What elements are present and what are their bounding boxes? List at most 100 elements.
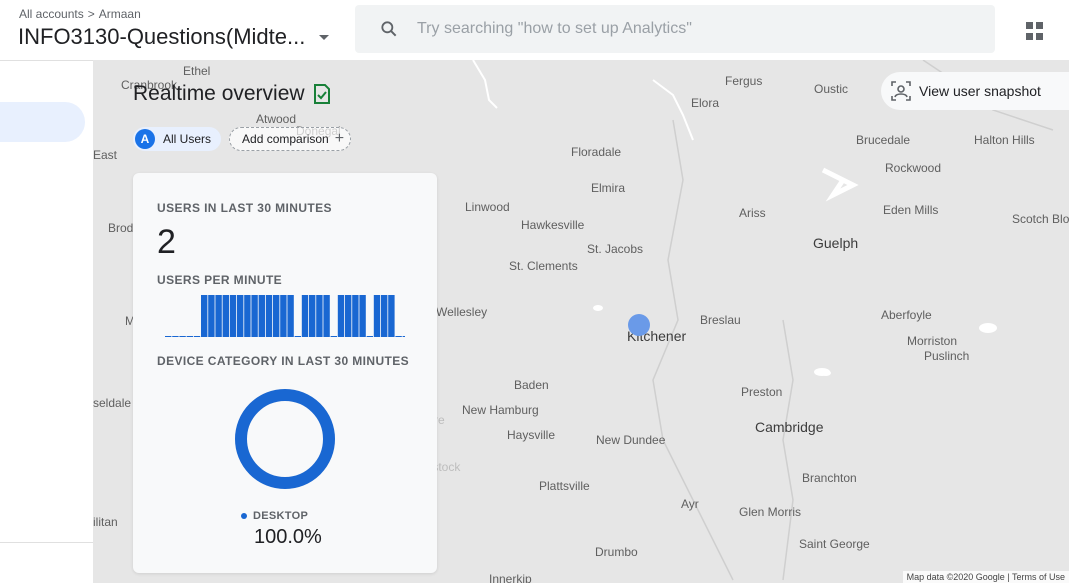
legend-desktop-label: DESKTOP	[253, 510, 309, 522]
map-town-elmira: Elmira	[591, 181, 626, 195]
map-town-hawkesville: Hawkesville	[521, 218, 585, 232]
nav-item-active[interactable]	[0, 102, 85, 142]
map-town-linwood: Linwood	[465, 200, 510, 214]
minute-bar[interactable]	[273, 295, 280, 337]
search-bar[interactable]	[355, 5, 995, 53]
minute-bar[interactable]	[201, 295, 208, 337]
minute-bar[interactable]	[265, 295, 273, 337]
segment-avatar: A	[135, 129, 155, 149]
search-input[interactable]	[417, 20, 977, 38]
device-percentage: 100.0%	[254, 526, 322, 548]
minute-bar[interactable]	[345, 295, 352, 337]
map-town-elora: Elora	[691, 96, 720, 110]
map-town-eden-mills: Eden Mills	[883, 203, 939, 217]
map-town-glen-morris: Glen Morris	[739, 505, 802, 519]
map-attribution: Map data ©2020 Google | Terms of Use	[902, 571, 1069, 583]
minute-bar[interactable]	[251, 295, 258, 337]
minute-bar[interactable]	[309, 295, 316, 337]
map-town-preston: Preston	[741, 385, 783, 399]
map-town-st-jacobs: St. Jacobs	[587, 242, 644, 256]
minute-bar[interactable]	[237, 295, 244, 337]
view-user-snapshot-button[interactable]: View user snapshot	[881, 72, 1069, 110]
property-selector[interactable]: INFO3130-Questions(Midte...	[18, 24, 330, 50]
minute-bar-empty	[186, 336, 193, 337]
minute-bar-empty	[172, 336, 179, 337]
map-town-saint-george: Saint George	[799, 537, 870, 551]
map-town-innerkip: Innerkip	[489, 572, 532, 583]
map-town-scotch-block: Scotch Block	[1012, 212, 1069, 226]
map-town-seldale: seldale	[93, 396, 132, 410]
map-town-plattsville: Plattsville	[539, 479, 590, 493]
minute-bar[interactable]	[229, 295, 237, 337]
map-town-ethel: Ethel	[183, 64, 211, 78]
users-per-minute-chart	[165, 295, 405, 337]
minute-bar[interactable]	[388, 295, 395, 337]
map-town-ariss: Ariss	[739, 206, 766, 220]
minute-bar[interactable]	[381, 295, 388, 337]
device-donut-chart	[235, 389, 335, 489]
users-per-minute-label: USERS PER MINUTE	[157, 273, 283, 287]
map-town-ilitan: ilitan	[93, 515, 118, 529]
verified-report-icon	[313, 84, 330, 104]
terms-link[interactable]: Terms of Use	[1012, 572, 1065, 582]
minute-bar-empty	[395, 336, 402, 337]
minute-bar[interactable]	[323, 295, 330, 337]
minute-bar-empty	[402, 336, 405, 337]
minute-bar-empty	[294, 336, 301, 337]
minute-bar[interactable]	[280, 295, 287, 337]
minute-bar[interactable]	[258, 295, 265, 337]
user-snapshot-icon	[891, 81, 911, 101]
map-town-morriston: Morriston	[907, 334, 958, 348]
left-nav	[0, 60, 93, 583]
map-town-aberfoyle: Aberfoyle	[881, 308, 932, 322]
minute-bar[interactable]	[287, 295, 294, 337]
minute-bar[interactable]	[215, 295, 222, 337]
map-town-haysville: Haysville	[507, 428, 556, 442]
minute-bar[interactable]	[352, 295, 359, 337]
add-comparison-button[interactable]: Add comparison +	[229, 127, 352, 151]
minute-bar[interactable]	[359, 295, 366, 337]
top-bar: All accounts > Armaan INFO3130-Questions(M…	[0, 0, 1069, 60]
breadcrumb-separator: >	[87, 7, 95, 21]
map-town-new-dundee: New Dundee	[596, 433, 666, 447]
minute-bar[interactable]	[301, 295, 309, 337]
minute-bar-empty	[366, 336, 373, 337]
minute-bar[interactable]	[373, 295, 381, 337]
map-town-breslau: Breslau	[700, 313, 741, 327]
map-town-cambridge: Cambridge	[755, 419, 824, 435]
search-icon	[381, 21, 397, 37]
all-users-chip[interactable]: A All Users	[133, 127, 222, 151]
dropdown-caret-icon	[319, 34, 330, 40]
map-town-puslinch: Puslinch	[924, 349, 970, 363]
map-town-new-hamburg: New Hamburg	[462, 403, 539, 417]
donut-slice-desktop[interactable]	[235, 389, 335, 489]
breadcrumb-all-accounts[interactable]: All accounts	[19, 7, 84, 21]
minute-bar[interactable]	[337, 295, 345, 337]
map-town-atwood: Atwood	[256, 112, 297, 126]
map-town-rockwood: Rockwood	[885, 161, 942, 175]
users-30-value: 2	[157, 223, 176, 261]
map-town-guelph: Guelph	[813, 235, 859, 251]
breadcrumb-account[interactable]: Armaan	[99, 7, 141, 21]
minute-bar[interactable]	[316, 295, 323, 337]
map-town-st-clements: St. Clements	[509, 259, 578, 273]
map-town-floradale: Floradale	[571, 145, 622, 159]
legend-dot	[241, 513, 247, 519]
map-town-branchton: Branchton	[802, 471, 857, 485]
map-town-ayr: Ayr	[681, 497, 699, 511]
minute-bar[interactable]	[244, 295, 251, 337]
plus-icon: +	[334, 130, 345, 147]
apps-grid-icon[interactable]	[1026, 22, 1044, 40]
map-town-oustic: Oustic	[814, 82, 849, 96]
minute-bar-empty	[165, 336, 172, 337]
map-town-halton-hills: Halton Hills	[974, 133, 1035, 147]
device-legend: DESKTOP	[241, 510, 308, 522]
minute-bar[interactable]	[208, 295, 215, 337]
map-town-brucedale: Brucedale	[856, 133, 911, 147]
user-location-marker[interactable]	[628, 314, 650, 336]
add-comparison-label: Add comparison	[242, 132, 329, 146]
minute-bar-empty	[193, 336, 201, 337]
comparison-chips: A All Users Add comparison +	[133, 127, 352, 151]
minute-bar[interactable]	[222, 295, 229, 337]
minute-bar-empty	[179, 336, 186, 337]
